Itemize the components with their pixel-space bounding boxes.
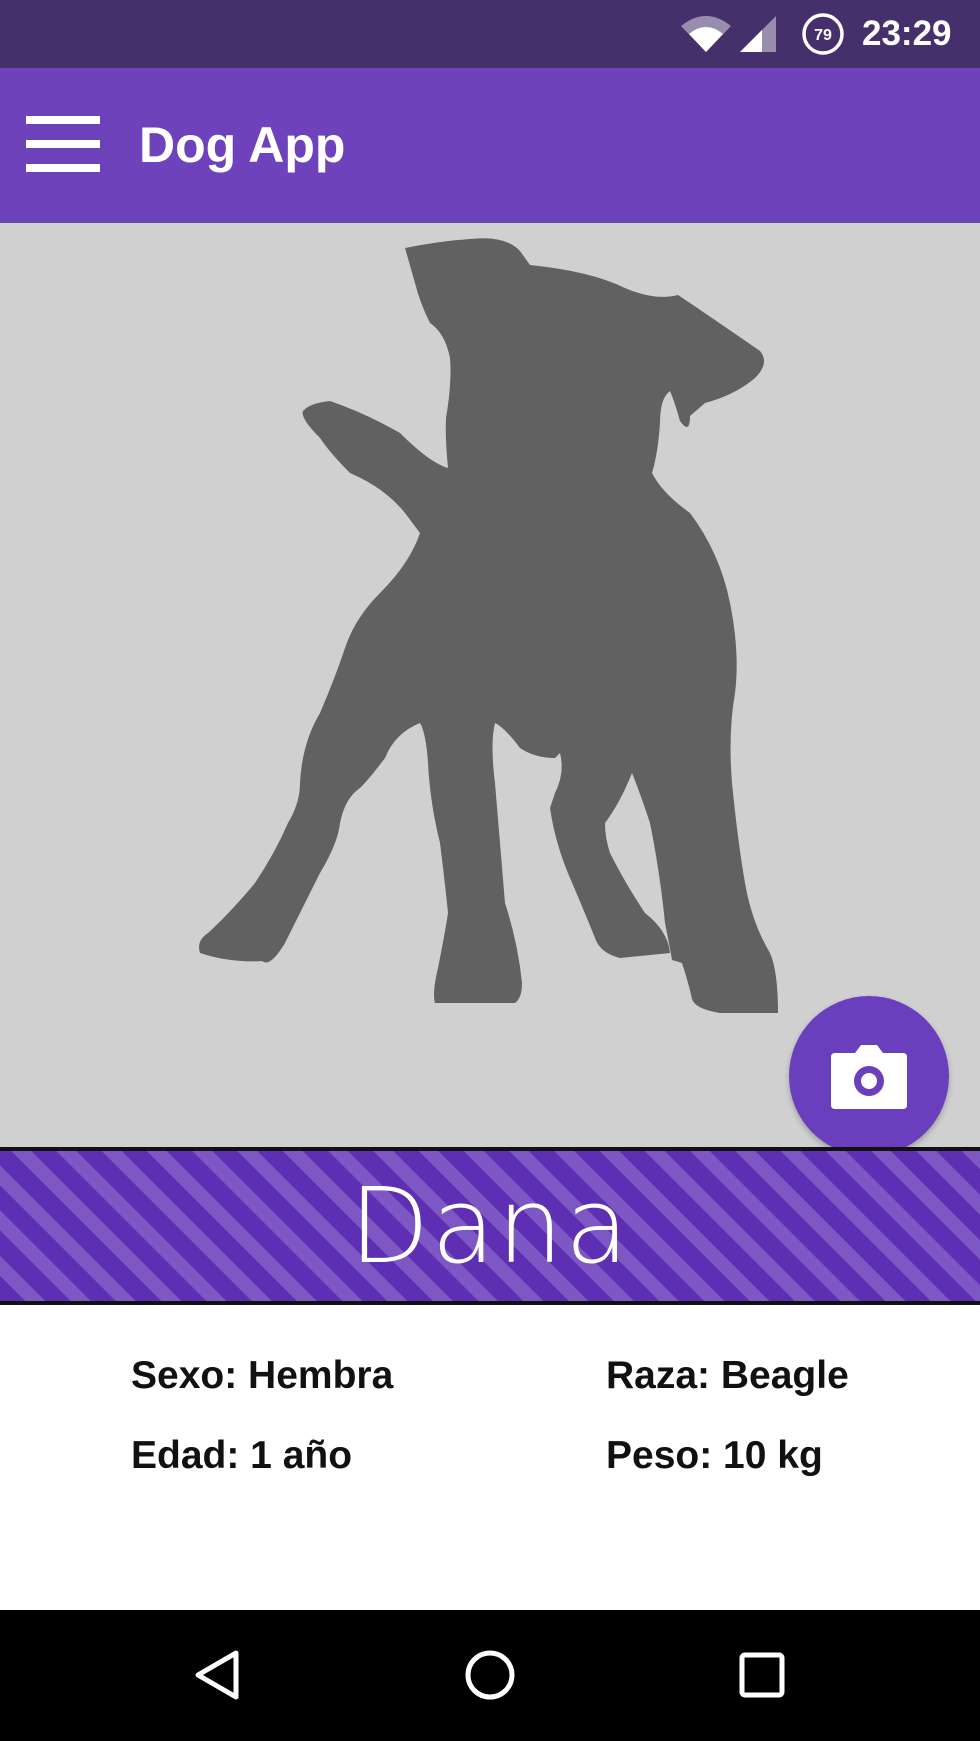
camera-icon bbox=[831, 1045, 907, 1109]
wifi-icon bbox=[681, 16, 731, 52]
take-photo-button[interactable] bbox=[789, 996, 949, 1147]
recents-button[interactable] bbox=[732, 1645, 792, 1705]
back-icon bbox=[195, 1650, 239, 1700]
cell-signal-icon bbox=[740, 16, 776, 52]
navigation-bar bbox=[0, 1610, 980, 1741]
dog-age: Edad: 1 año bbox=[131, 1434, 353, 1477]
home-button[interactable] bbox=[460, 1645, 520, 1705]
dog-sex: Sexo: Hembra bbox=[131, 1354, 394, 1397]
status-bar: 79 23:29 bbox=[0, 0, 980, 68]
status-time: 23:29 bbox=[862, 14, 952, 53]
app-title: Dog App bbox=[139, 117, 346, 173]
app-bar: Dog App bbox=[0, 68, 980, 223]
hamburger-menu-icon bbox=[26, 116, 100, 172]
dog-name-banner: Dana bbox=[0, 1147, 980, 1305]
battery-level: 79 bbox=[814, 27, 832, 44]
home-icon bbox=[465, 1650, 515, 1700]
dog-photo-area bbox=[0, 223, 980, 1147]
battery-icon: 79 bbox=[802, 13, 844, 55]
dog-info-section: Sexo: Hembra Raza: Beagle Edad: 1 año Pe… bbox=[0, 1305, 980, 1610]
menu-button[interactable] bbox=[26, 116, 100, 172]
dog-name: Dana bbox=[349, 1165, 631, 1287]
back-button[interactable] bbox=[188, 1645, 248, 1705]
dog-breed: Raza: Beagle bbox=[606, 1354, 849, 1397]
dog-weight: Peso: 10 kg bbox=[606, 1434, 823, 1477]
recents-icon bbox=[739, 1652, 785, 1698]
